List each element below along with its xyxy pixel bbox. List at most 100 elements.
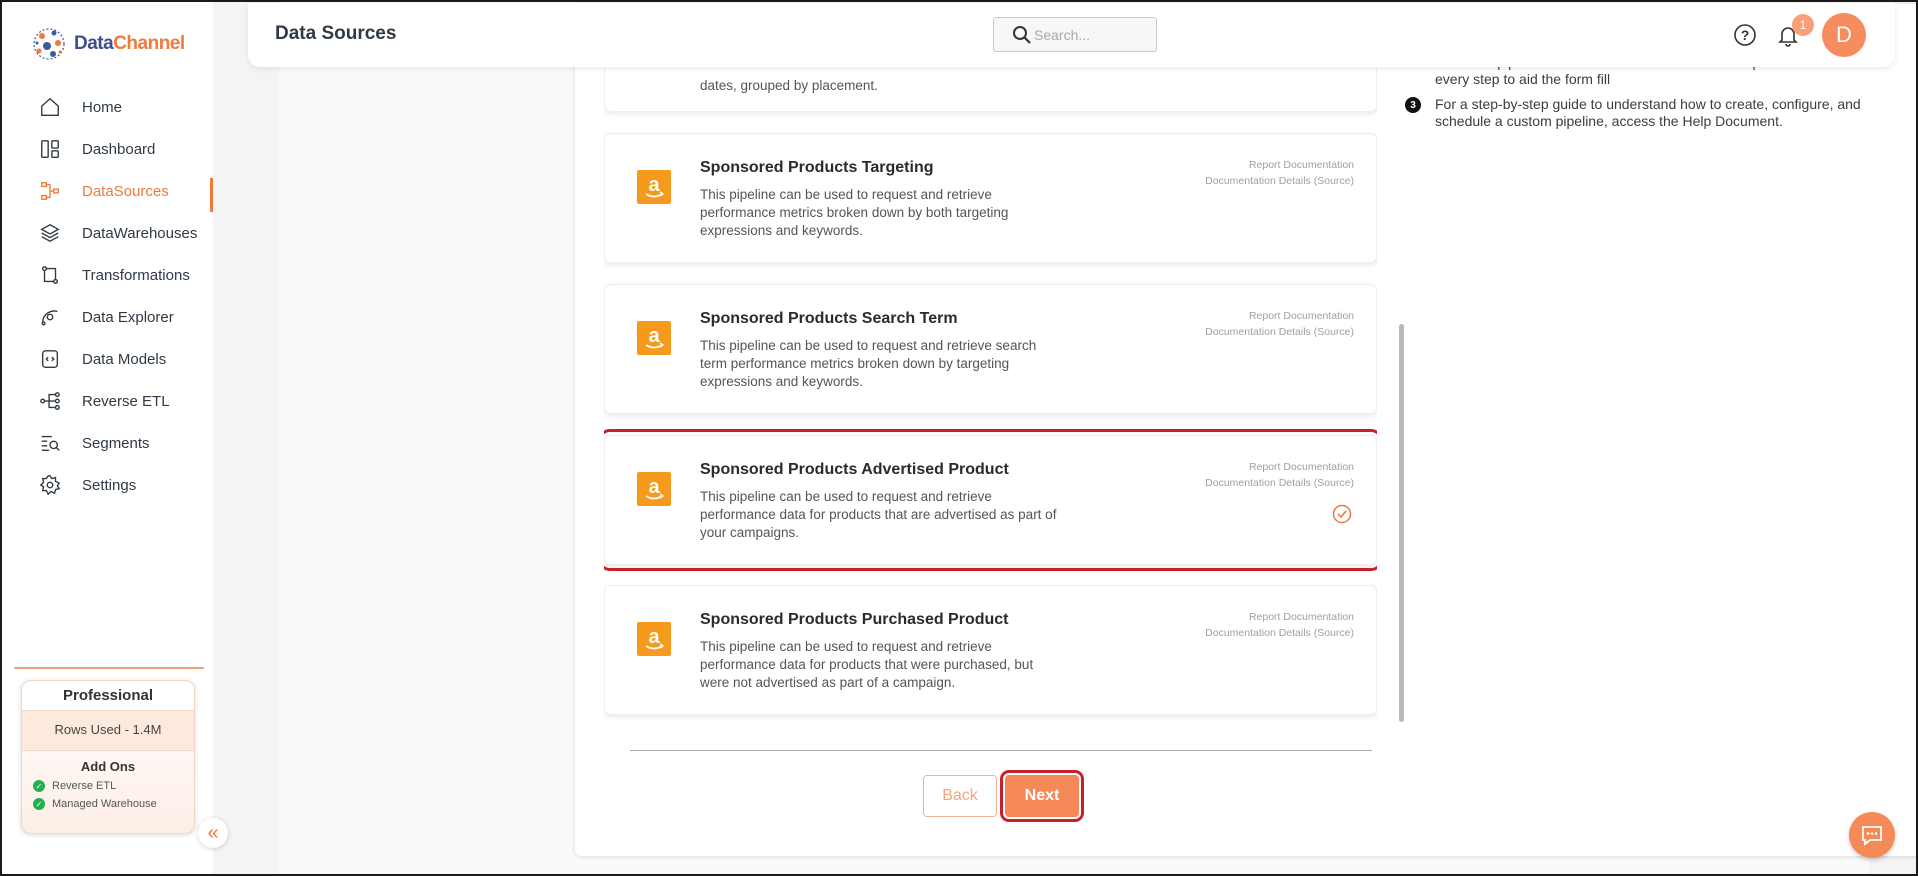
list-scrollbar[interactable] xyxy=(1399,324,1404,722)
svg-text:a: a xyxy=(648,174,660,196)
collapse-sidebar-button[interactable]: « xyxy=(198,818,228,848)
sidebar-item-label: Settings xyxy=(82,476,137,494)
pipeline-card-selected[interactable]: a Sponsored Products Advertised Product … xyxy=(604,429,1377,571)
plan-card: Professional Rows Used - 1.4M Add Ons ✓ … xyxy=(21,680,195,834)
back-button[interactable]: Back xyxy=(923,775,997,817)
sidebar-item-dashboard[interactable]: Dashboard xyxy=(2,128,213,170)
pipeline-card[interactable]: a Sponsored Products Targeting This pipe… xyxy=(604,133,1377,263)
segments-icon xyxy=(38,431,62,455)
brand-name: DataChannel xyxy=(74,33,185,54)
gear-icon xyxy=(38,473,62,497)
help-icon[interactable]: ? xyxy=(1733,23,1757,47)
amazon-icon: a xyxy=(637,622,671,656)
brand-logo[interactable]: DataChannel xyxy=(29,24,185,64)
home-icon xyxy=(38,95,62,119)
notification-badge: 1 xyxy=(1792,14,1814,36)
documentation-details-link[interactable]: Documentation Details (Source) xyxy=(1205,326,1354,338)
report-documentation-link[interactable]: Report Documentation xyxy=(1249,159,1354,171)
data-models-icon xyxy=(38,347,62,371)
search-icon xyxy=(1013,26,1031,44)
pipeline-card[interactable]: a Sponsored Products Purchased Product T… xyxy=(604,585,1377,715)
sidebar-item-label: Reverse ETL xyxy=(82,392,170,410)
datachannel-logo-icon xyxy=(33,28,65,60)
pipeline-list[interactable]: dates, grouped by placement. a Sponsored… xyxy=(604,4,1377,721)
plan-title: Professional xyxy=(22,681,194,711)
sidebar-item-label: Data Explorer xyxy=(82,308,174,326)
report-documentation-link[interactable]: Report Documentation xyxy=(1249,310,1354,322)
pipeline-title: Sponsored Products Advertised Product xyxy=(700,461,1009,478)
pipeline-desc: This pipeline can be used to request and… xyxy=(700,338,1037,389)
top-header: Data Sources ? 1 D xyxy=(248,3,1895,67)
sidebar-item-datasources[interactable]: DataSources xyxy=(2,170,213,212)
addon-label: Managed Warehouse xyxy=(52,798,157,810)
page-title: Data Sources xyxy=(275,23,397,44)
dashboard-icon xyxy=(38,137,62,161)
addons-title: Add Ons xyxy=(80,759,136,774)
addon-item: ✓ Reverse ETL xyxy=(22,780,194,792)
svg-text:a: a xyxy=(648,626,660,648)
amazon-icon: a xyxy=(637,472,671,506)
sidebar-item-label: Home xyxy=(82,98,123,116)
svg-text:?: ? xyxy=(1741,27,1750,43)
instruction-partial: every step to aid the form fill xyxy=(1405,71,1918,88)
sidebar-item-reverse-etl[interactable]: Reverse ETL xyxy=(2,380,213,422)
sidebar-item-data-explorer[interactable]: Data Explorer xyxy=(2,296,213,338)
reverse-etl-icon xyxy=(38,389,62,413)
rows-used: Rows Used - 1.4M xyxy=(22,711,194,751)
check-circle-icon xyxy=(1332,504,1352,524)
addon-label: Reverse ETL xyxy=(52,780,117,792)
amazon-icon: a xyxy=(637,170,671,204)
step-number: 3 xyxy=(1405,97,1421,113)
documentation-details-link[interactable]: Documentation Details (Source) xyxy=(1205,477,1354,489)
double-chevron-left-icon: « xyxy=(207,821,219,844)
instruction-text: every step to aid the form fill xyxy=(1435,71,1611,87)
sidebar-item-label: DataSources xyxy=(82,182,169,200)
amazon-icon: a xyxy=(637,321,671,355)
pipeline-desc: dates, grouped by placement. xyxy=(700,78,878,93)
pipeline-title: Sponsored Products Purchased Product xyxy=(700,611,1009,628)
pipeline-card[interactable]: a Sponsored Products Search Term This pi… xyxy=(604,284,1377,414)
sidebar-item-datawarehouses[interactable]: DataWarehouses xyxy=(2,212,213,254)
main-area: dates, grouped by placement. a Sponsored… xyxy=(213,2,1918,874)
buttons-divider xyxy=(630,750,1372,751)
addon-item: ✓ Managed Warehouse xyxy=(22,798,194,810)
sidebar-item-label: Data Models xyxy=(82,350,167,368)
sidebar-item-home[interactable]: Home xyxy=(2,86,213,128)
sidebar-nav: Home Dashboard DataSources DataWarehouse… xyxy=(2,86,213,506)
sidebar-item-transformations[interactable]: Transformations xyxy=(2,254,213,296)
report-documentation-link[interactable]: Report Documentation xyxy=(1249,461,1354,473)
next-button[interactable]: Next xyxy=(1000,770,1084,822)
avatar[interactable]: D xyxy=(1822,13,1866,57)
sidebar: DataChannel Home Dashboard DataSources D… xyxy=(2,2,213,874)
layers-icon xyxy=(38,221,62,245)
search-input[interactable] xyxy=(1034,26,1144,43)
pipeline-desc: This pipeline can be used to request and… xyxy=(700,489,1057,540)
chat-bubble-icon xyxy=(1862,826,1882,846)
sidebar-item-label: Transformations xyxy=(82,266,190,284)
sidebar-item-settings[interactable]: Settings xyxy=(2,464,213,506)
datasources-icon xyxy=(38,179,62,203)
sidebar-item-segments[interactable]: Segments xyxy=(2,422,213,464)
instruction-step: 3 For a step-by-step guide to understand… xyxy=(1405,96,1918,130)
chat-button[interactable] xyxy=(1849,812,1895,858)
pipeline-desc: This pipeline can be used to request and… xyxy=(700,639,1034,690)
svg-text:a: a xyxy=(648,476,660,498)
sidebar-item-data-models[interactable]: Data Models xyxy=(2,338,213,380)
documentation-details-link[interactable]: Documentation Details (Source) xyxy=(1205,175,1354,187)
sidebar-item-label: Segments xyxy=(82,434,150,452)
pipeline-title: Sponsored Products Search Term xyxy=(700,310,958,327)
documentation-details-link[interactable]: Documentation Details (Source) xyxy=(1205,627,1354,639)
explorer-icon xyxy=(38,305,62,329)
sidebar-item-label: Dashboard xyxy=(82,140,156,158)
search-box[interactable] xyxy=(993,17,1157,52)
pipeline-title: Sponsored Products Targeting xyxy=(700,159,934,176)
sidebar-divider xyxy=(14,667,204,669)
instruction-text: For a step-by-step guide to understand h… xyxy=(1435,96,1861,129)
svg-text:a: a xyxy=(648,325,660,347)
transformations-icon xyxy=(38,263,62,287)
report-documentation-link[interactable]: Report Documentation xyxy=(1249,611,1354,623)
pipeline-desc: This pipeline can be used to request and… xyxy=(700,187,1009,238)
check-circle-icon: ✓ xyxy=(33,798,45,810)
check-circle-icon: ✓ xyxy=(33,780,45,792)
sidebar-item-label: DataWarehouses xyxy=(82,224,198,242)
